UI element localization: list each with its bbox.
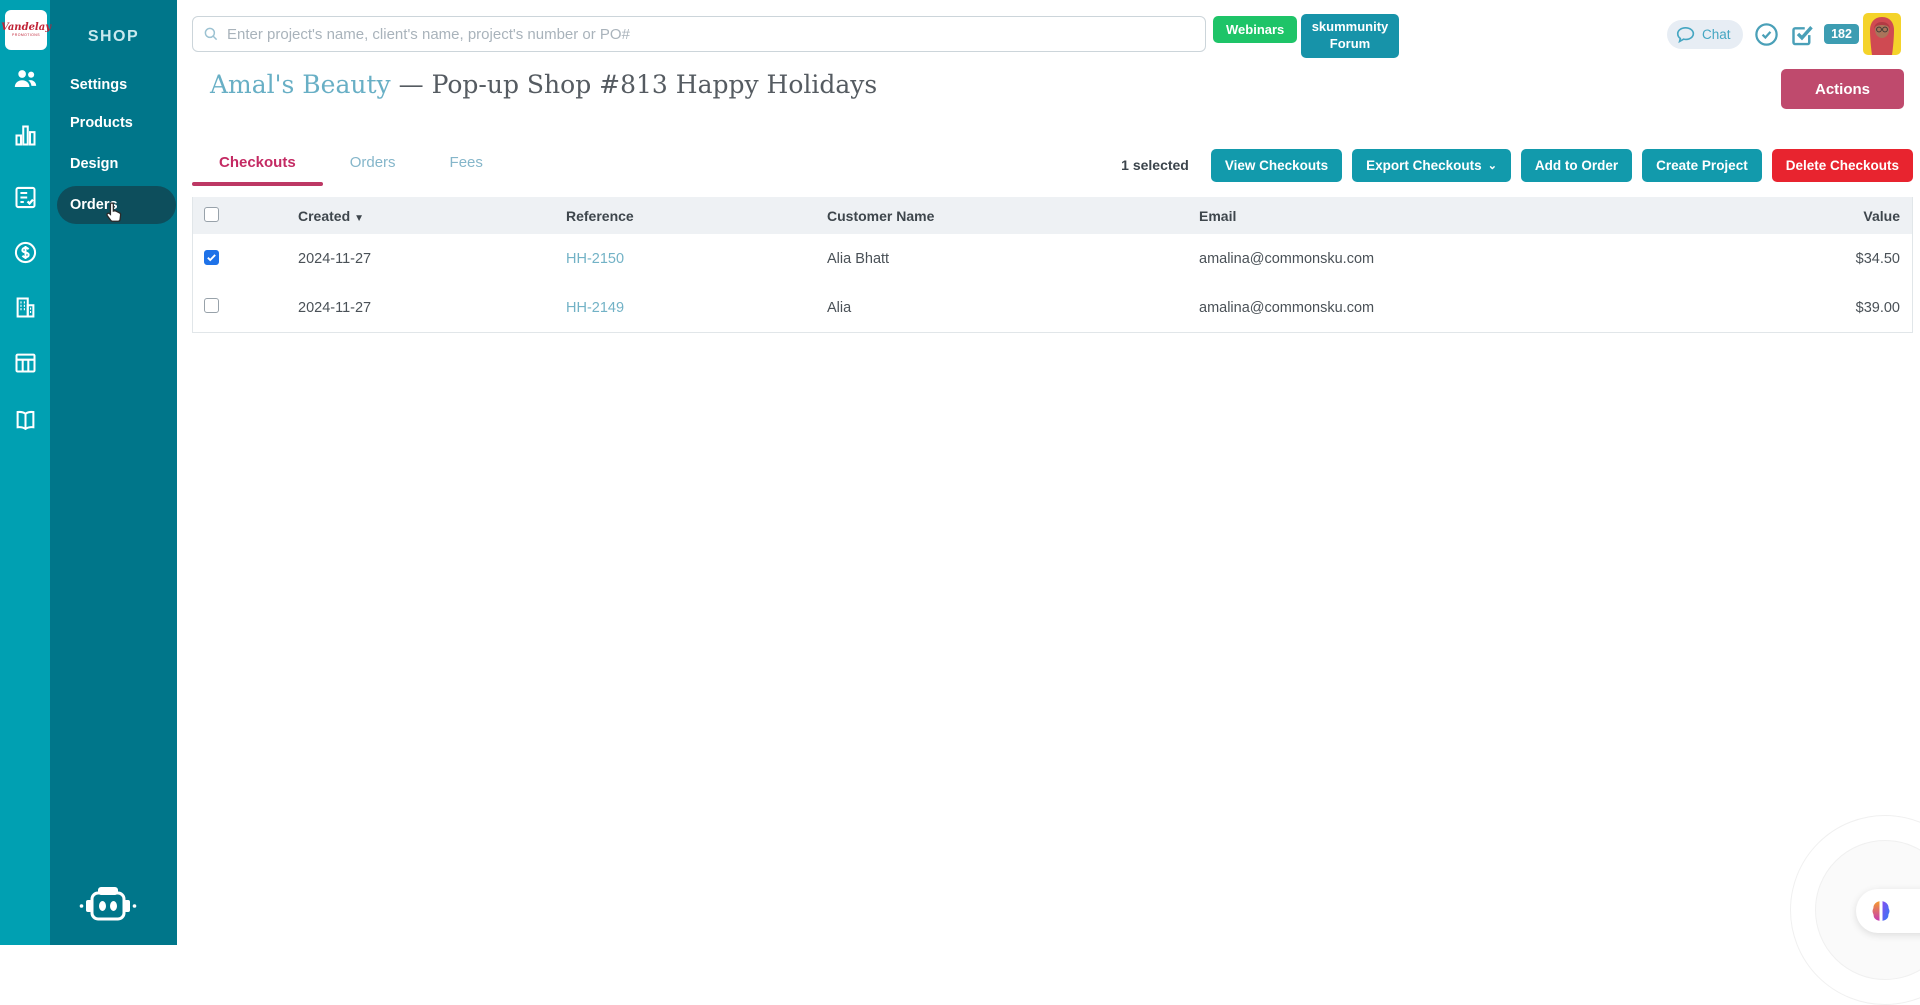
logo-brand-text: Vandelay bbox=[1, 23, 51, 33]
column-header-email[interactable]: Email bbox=[1199, 208, 1782, 224]
companies-icon[interactable] bbox=[12, 294, 39, 321]
sort-desc-icon: ▼ bbox=[354, 213, 364, 224]
export-checkouts-button[interactable]: Export Checkouts ⌄ bbox=[1352, 149, 1511, 182]
created-cell: 2024-11-27 bbox=[298, 300, 566, 316]
create-project-button[interactable]: Create Project bbox=[1642, 149, 1762, 182]
column-header-reference[interactable]: Reference bbox=[566, 208, 827, 224]
reports-icon[interactable] bbox=[12, 122, 39, 149]
column-header-created[interactable]: Created ▼ bbox=[298, 208, 566, 224]
title-dash: — bbox=[399, 70, 424, 99]
row-checkbox[interactable] bbox=[204, 298, 219, 313]
tab-fees[interactable]: Fees bbox=[423, 146, 510, 184]
table-header-row: Created ▼ Reference Customer Name Email V… bbox=[193, 197, 1912, 234]
created-cell: 2024-11-27 bbox=[298, 251, 566, 267]
customer-cell: Alia Bhatt bbox=[827, 251, 1199, 267]
reference-link[interactable]: HH-2150 bbox=[566, 251, 624, 267]
logo-sub-text: PROMOTIONS bbox=[12, 33, 40, 37]
email-cell: amalina@commonsku.com bbox=[1199, 300, 1782, 316]
chat-label: Chat bbox=[1702, 27, 1731, 42]
reference-link[interactable]: HH-2149 bbox=[566, 300, 624, 316]
chat-bubble-icon bbox=[1675, 24, 1697, 46]
column-header-value[interactable]: Value bbox=[1782, 208, 1912, 224]
library-icon[interactable] bbox=[12, 407, 39, 434]
add-to-order-button[interactable]: Add to Order bbox=[1521, 149, 1632, 182]
row-checkbox[interactable] bbox=[204, 250, 219, 265]
chat-button[interactable]: Chat bbox=[1667, 20, 1743, 49]
view-checkouts-button[interactable]: View Checkouts bbox=[1211, 149, 1342, 182]
icon-rail: Vandelay PROMOTIONS bbox=[0, 0, 50, 945]
page-title: Amal's Beauty — Pop-up Shop #813 Happy H… bbox=[210, 70, 877, 99]
shop-sidebar: SHOP Settings Products Design Orders bbox=[50, 0, 177, 945]
sidebar-item-products[interactable]: Products bbox=[70, 115, 133, 131]
sidebar-item-settings[interactable]: Settings bbox=[70, 77, 127, 93]
hand-cursor-icon bbox=[101, 200, 127, 226]
sidebar-title: SHOP bbox=[50, 28, 177, 46]
table-row: 2024-11-27 HH-2150 Alia Bhatt amalina@co… bbox=[193, 234, 1912, 283]
delete-checkouts-button[interactable]: Delete Checkouts bbox=[1772, 149, 1913, 182]
table-row: 2024-11-27 HH-2149 Alia amalina@commonsk… bbox=[193, 283, 1912, 332]
customer-cell: Alia bbox=[827, 300, 1199, 316]
chatbot-icon[interactable] bbox=[78, 885, 138, 929]
user-avatar[interactable] bbox=[1863, 13, 1901, 55]
finance-icon[interactable] bbox=[12, 239, 39, 266]
value-cell: $34.50 bbox=[1782, 251, 1912, 267]
planner-icon[interactable] bbox=[12, 349, 39, 376]
checkouts-table: Created ▼ Reference Customer Name Email V… bbox=[192, 197, 1913, 333]
tab-orders[interactable]: Orders bbox=[323, 146, 423, 184]
created-header-label: Created bbox=[298, 208, 350, 224]
notification-count-badge[interactable]: 182 bbox=[1824, 24, 1859, 44]
select-all-checkbox[interactable] bbox=[204, 207, 219, 222]
sidebar-item-orders[interactable]: Orders bbox=[57, 186, 176, 224]
client-name-link[interactable]: Amal's Beauty bbox=[210, 70, 391, 99]
selected-count-label: 1 selected bbox=[1121, 157, 1189, 173]
webinars-button[interactable]: Webinars bbox=[1213, 16, 1297, 43]
chevron-down-icon: ⌄ bbox=[1488, 159, 1497, 172]
tab-checkouts[interactable]: Checkouts bbox=[192, 146, 323, 184]
tab-toolbar-row: Checkouts Orders Fees 1 selected View Ch… bbox=[192, 146, 1913, 184]
reminders-clock-icon[interactable] bbox=[1753, 21, 1780, 48]
email-cell: amalina@commonsku.com bbox=[1199, 251, 1782, 267]
sidebar-item-design[interactable]: Design bbox=[70, 156, 118, 172]
contacts-icon[interactable] bbox=[12, 65, 39, 92]
actions-button[interactable]: Actions bbox=[1781, 69, 1904, 109]
export-checkouts-label: Export Checkouts bbox=[1366, 158, 1482, 173]
brain-icon bbox=[1868, 898, 1894, 924]
ai-assistant-button[interactable] bbox=[1856, 889, 1920, 933]
tasks-checkbox-icon[interactable] bbox=[1789, 21, 1816, 48]
orders-icon[interactable] bbox=[12, 184, 39, 211]
search-input[interactable] bbox=[192, 16, 1206, 52]
column-header-customer[interactable]: Customer Name bbox=[827, 208, 1199, 224]
project-title: Pop-up Shop #813 Happy Holidays bbox=[432, 70, 878, 99]
global-search bbox=[192, 16, 1206, 52]
skummunity-forum-button[interactable]: skummunity Forum bbox=[1301, 14, 1399, 58]
company-logo[interactable]: Vandelay PROMOTIONS bbox=[5, 10, 47, 50]
value-cell: $39.00 bbox=[1782, 300, 1912, 316]
main-content: Webinars skummunity Forum Chat 182 Amal'… bbox=[177, 0, 1920, 945]
search-icon bbox=[202, 25, 220, 43]
